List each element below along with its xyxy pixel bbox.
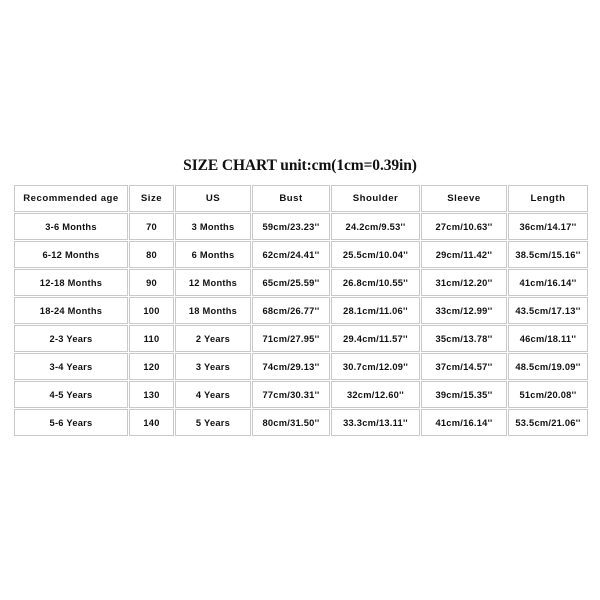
cell-bust: 59cm/23.23'' (252, 213, 330, 240)
cell-bust: 74cm/29.13'' (252, 353, 330, 380)
cell-size: 70 (129, 213, 174, 240)
table-row: 6-12 Months 80 6 Months 62cm/24.41'' 25.5cm/… (14, 241, 588, 268)
cell-shoulder: 28.1cm/11.06'' (331, 297, 420, 324)
cell-size: 140 (129, 409, 174, 436)
cell-age: 6-12 Months (14, 241, 128, 268)
column-header-length: Length (508, 185, 588, 212)
cell-shoulder: 29.4cm/11.57'' (331, 325, 420, 352)
cell-bust: 71cm/27.95'' (252, 325, 330, 352)
table-row: 12-18 Months 90 12 Months 65cm/25.59'' 26.8c… (14, 269, 588, 296)
column-header-sleeve: Sleeve (421, 185, 507, 212)
cell-sleeve: 27cm/10.63'' (421, 213, 507, 240)
cell-us: 3 Months (175, 213, 251, 240)
table-row: 2-3 Years 110 2 Years 71cm/27.95'' 29.4cm/11… (14, 325, 588, 352)
table-row: 5-6 Years 140 5 Years 80cm/31.50'' 33.3cm/13… (14, 409, 588, 436)
cell-shoulder: 24.2cm/9.53'' (331, 213, 420, 240)
size-chart-table: Recommended age Size US Bust Shoulder Sleeve L… (13, 184, 589, 437)
column-header-bust: Bust (252, 185, 330, 212)
table-row: 3-4 Years 120 3 Years 74cm/29.13'' 30.7cm/12… (14, 353, 588, 380)
cell-size: 130 (129, 381, 174, 408)
cell-sleeve: 31cm/12.20'' (421, 269, 507, 296)
cell-length: 48.5cm/19.09'' (508, 353, 588, 380)
cell-length: 41cm/16.14'' (508, 269, 588, 296)
size-chart-table-body: Recommended age Size US Bust Shoulder Sleeve L… (14, 185, 588, 436)
table-header-row: Recommended age Size US Bust Shoulder Sleeve L… (14, 185, 588, 212)
cell-us: 5 Years (175, 409, 251, 436)
cell-sleeve: 33cm/12.99'' (421, 297, 507, 324)
cell-size: 110 (129, 325, 174, 352)
cell-age: 2-3 Years (14, 325, 128, 352)
cell-us: 3 Years (175, 353, 251, 380)
cell-bust: 62cm/24.41'' (252, 241, 330, 268)
cell-size: 80 (129, 241, 174, 268)
cell-length: 51cm/20.08'' (508, 381, 588, 408)
cell-sleeve: 37cm/14.57'' (421, 353, 507, 380)
cell-length: 43.5cm/17.13'' (508, 297, 588, 324)
cell-bust: 77cm/30.31'' (252, 381, 330, 408)
table-row: 18-24 Months 100 18 Months 68cm/26.77'' 28.1… (14, 297, 588, 324)
cell-us: 18 Months (175, 297, 251, 324)
cell-shoulder: 30.7cm/12.09'' (331, 353, 420, 380)
cell-size: 100 (129, 297, 174, 324)
cell-length: 53.5cm/21.06'' (508, 409, 588, 436)
cell-age: 3-4 Years (14, 353, 128, 380)
cell-bust: 68cm/26.77'' (252, 297, 330, 324)
cell-age: 4-5 Years (14, 381, 128, 408)
cell-sleeve: 39cm/15.35'' (421, 381, 507, 408)
cell-shoulder: 26.8cm/10.55'' (331, 269, 420, 296)
size-chart-table-container: Recommended age Size US Bust Shoulder Sleeve L… (13, 184, 589, 437)
cell-sleeve: 35cm/13.78'' (421, 325, 507, 352)
cell-length: 46cm/18.11'' (508, 325, 588, 352)
cell-us: 12 Months (175, 269, 251, 296)
size-chart-page: SIZE CHART unit:cm(1cm=0.39in) Recommend… (0, 0, 600, 600)
cell-shoulder: 25.5cm/10.04'' (331, 241, 420, 268)
cell-bust: 80cm/31.50'' (252, 409, 330, 436)
cell-sleeve: 41cm/16.14'' (421, 409, 507, 436)
cell-size: 90 (129, 269, 174, 296)
column-header-size: Size (129, 185, 174, 212)
cell-us: 2 Years (175, 325, 251, 352)
cell-age: 18-24 Months (14, 297, 128, 324)
cell-size: 120 (129, 353, 174, 380)
cell-us: 6 Months (175, 241, 251, 268)
page-title: SIZE CHART unit:cm(1cm=0.39in) (183, 157, 417, 174)
cell-us: 4 Years (175, 381, 251, 408)
column-header-age: Recommended age (14, 185, 128, 212)
cell-shoulder: 33.3cm/13.11'' (331, 409, 420, 436)
cell-shoulder: 32cm/12.60'' (331, 381, 420, 408)
cell-age: 12-18 Months (14, 269, 128, 296)
cell-sleeve: 29cm/11.42'' (421, 241, 507, 268)
table-row: 4-5 Years 130 4 Years 77cm/30.31'' 32cm/12.6… (14, 381, 588, 408)
column-header-shoulder: Shoulder (331, 185, 420, 212)
table-row: 3-6 Months 70 3 Months 59cm/23.23'' 24.2cm/9… (14, 213, 588, 240)
column-header-us: US (175, 185, 251, 212)
cell-age: 5-6 Years (14, 409, 128, 436)
cell-length: 38.5cm/15.16'' (508, 241, 588, 268)
cell-bust: 65cm/25.59'' (252, 269, 330, 296)
cell-length: 36cm/14.17'' (508, 213, 588, 240)
cell-age: 3-6 Months (14, 213, 128, 240)
